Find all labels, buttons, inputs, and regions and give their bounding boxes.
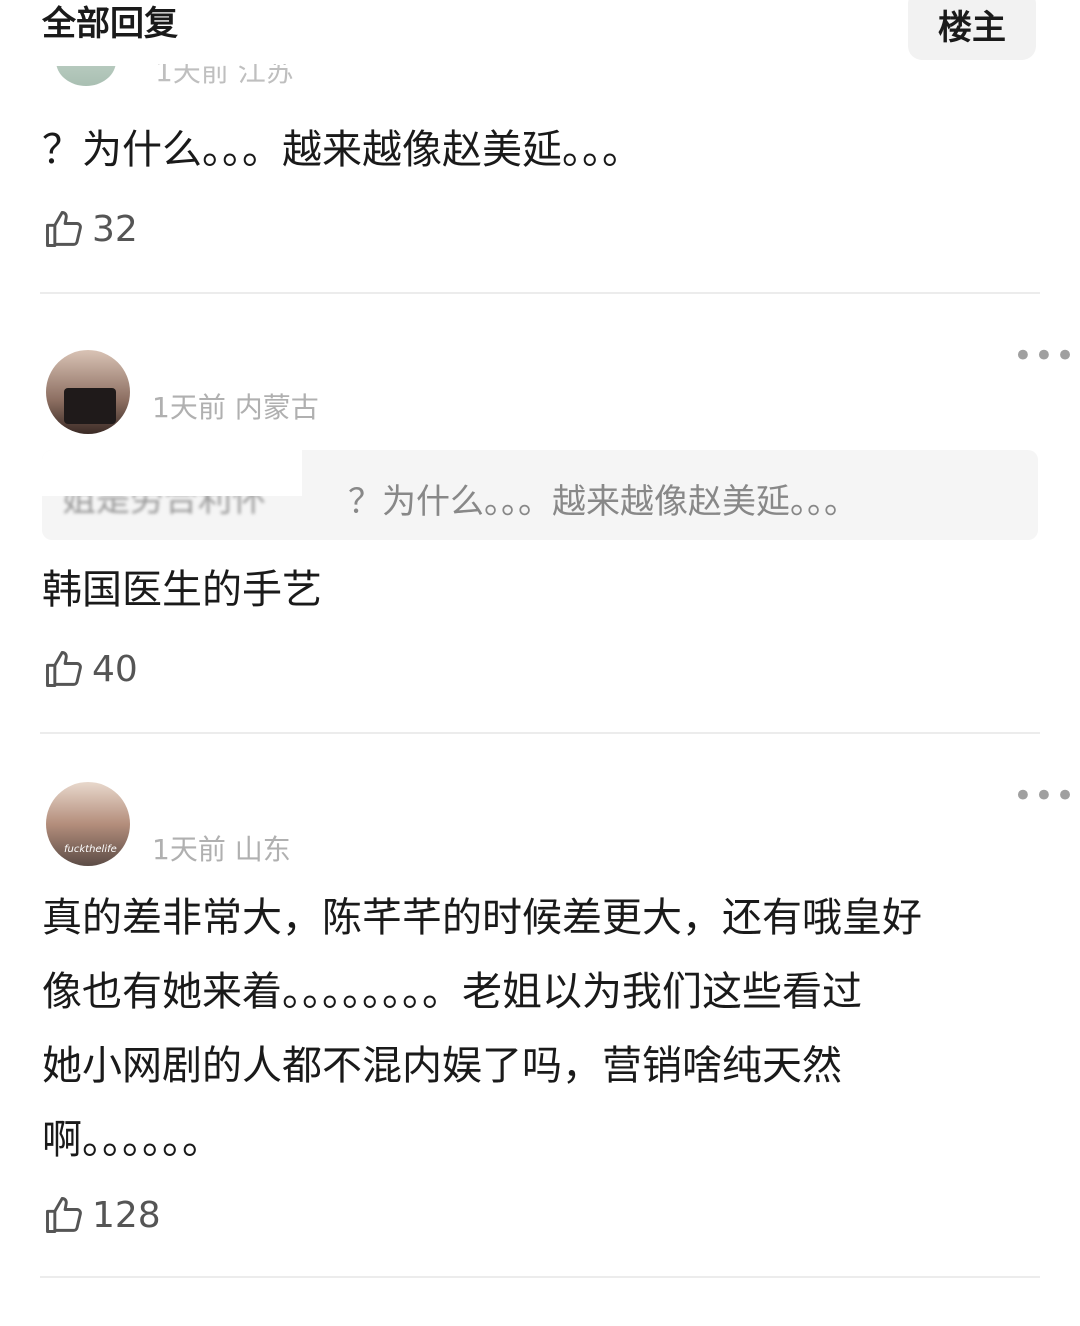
like-count: 40 [92, 648, 138, 690]
like-count: 32 [92, 208, 138, 250]
all-replies-title: 全部回复 [42, 4, 178, 44]
comment-meta: 1天前 江苏 [155, 64, 294, 88]
redacted-username [150, 770, 410, 814]
like-button[interactable]: 40 [42, 644, 138, 694]
avatar-caption [64, 388, 116, 424]
comment-meta: 1天前 内蒙古 [152, 391, 319, 424]
comment-line: 啊。。。。。。 [42, 1117, 222, 1163]
comment-line: 她小网剧的人都不混内娱了吗，营销啥纯天然 [42, 1043, 842, 1089]
comment-line: 真的差非常大，陈芊芊的时候差更大，还有哦皇好 [42, 895, 922, 941]
more-options-icon[interactable]: ••• [1013, 779, 1076, 813]
like-count: 128 [92, 1194, 161, 1236]
like-button[interactable]: 128 [42, 1190, 161, 1240]
redacted-quote-author [42, 450, 302, 496]
divider [40, 292, 1040, 294]
like-button[interactable]: 32 [42, 204, 138, 254]
comment-user-row: 1天前 内蒙古 [40, 350, 1040, 450]
divider [40, 1276, 1040, 1278]
comment-text: ？为什么。。。越来越像赵美延。。。 [42, 127, 642, 173]
thumbs-up-icon [46, 651, 82, 687]
op-only-button[interactable]: 楼主 [908, 0, 1036, 60]
avatar-caption: fuckthelife [64, 844, 117, 855]
reply-header: 全部回复 楼主 [0, 0, 1080, 60]
avatar[interactable]: fuckthelife [46, 782, 130, 866]
comment-meta: 1天前 山东 [152, 833, 291, 866]
partial-meta: 1天前 江苏 [155, 64, 305, 90]
partial-avatar [46, 66, 126, 92]
comment-text: 韩国医生的手艺 [42, 567, 322, 613]
thumbs-up-icon [46, 211, 82, 247]
more-options-icon[interactable]: ••• [1013, 339, 1076, 373]
quoted-text: ？为什么。。。越来越像赵美延。。。 [348, 482, 858, 522]
avatar [56, 66, 116, 86]
divider [40, 732, 1040, 734]
redacted-username [300, 330, 410, 378]
quoted-reply[interactable]: 姐是劳合利怀 ？为什么。。。越来越像赵美延。。。 [42, 450, 1038, 540]
avatar[interactable] [46, 350, 130, 434]
comment-line: 像也有她来着。。。。。。。。老姐以为我们这些看过 [42, 969, 862, 1015]
thumbs-up-icon [46, 1197, 82, 1233]
